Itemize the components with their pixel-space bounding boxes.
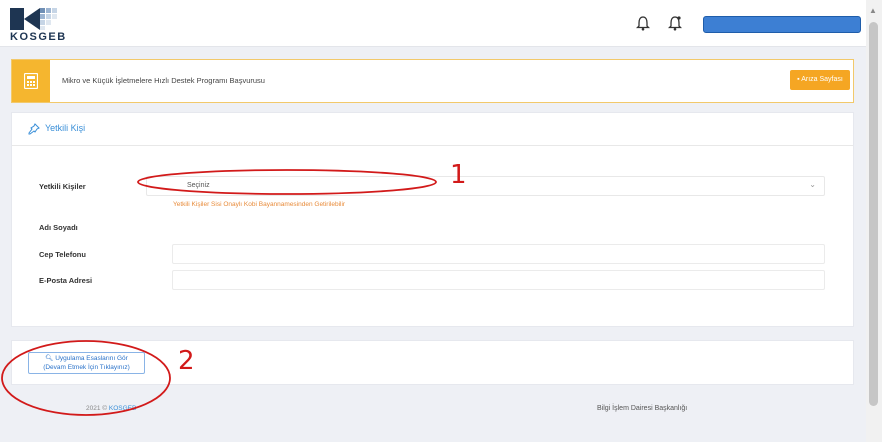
scroll-up-icon[interactable]: ▲ [869,6,877,15]
fault-page-label: Arıza Sayfası [801,76,843,83]
footer-department: Bilgi İşlem Dairesi Başkanlığı [597,405,688,412]
bell-icon[interactable] [636,15,650,31]
notification-bell-icon[interactable] [668,15,682,31]
top-navbar: KOSGEB [0,0,866,47]
user-menu-redacted[interactable] [703,16,861,33]
kosgeb-logo[interactable]: KOSGEB [10,6,66,44]
mobile-phone-label: Cep Telefonu [39,250,86,259]
email-label: E-Posta Adresi [39,276,93,285]
email-input[interactable] [172,270,825,290]
chevron-down-icon: ⌄ [809,180,816,189]
scrollbar-thumb[interactable] [869,22,878,406]
annotation-ellipse-2 [1,340,171,416]
application-card: Mikro ve Küçük İşletmelere Hızlı Destek … [11,59,854,103]
calculator-icon [12,60,50,102]
section-header: Yetkili Kişi [12,113,853,146]
kosgeb-logo-mark [10,8,57,30]
pin-icon [28,123,40,135]
authorized-persons-label: Yetkili Kişiler [39,182,86,191]
annotation-number-2: 2 [178,346,195,376]
section-title: Yetkili Kişi [45,123,86,133]
mobile-phone-input[interactable] [172,244,825,264]
full-name-label: Adı Soyadı [39,223,78,232]
annotation-ellipse-1 [137,169,437,195]
fault-page-button[interactable]: ▪ Arıza Sayfası [790,70,850,90]
logo-text: KOSGEB [10,31,67,43]
annotation-number-1: 1 [450,160,467,190]
authorized-person-section: Yetkili Kişi Yetkili Kişiler Seçiniz ⌄ Y… [11,112,854,327]
authorized-persons-warning: Yetkili Kişiler Sisi Onaylı Kobi Bayanna… [173,201,346,208]
application-title: Mikro ve Küçük İşletmelere Hızlı Destek … [62,76,265,85]
